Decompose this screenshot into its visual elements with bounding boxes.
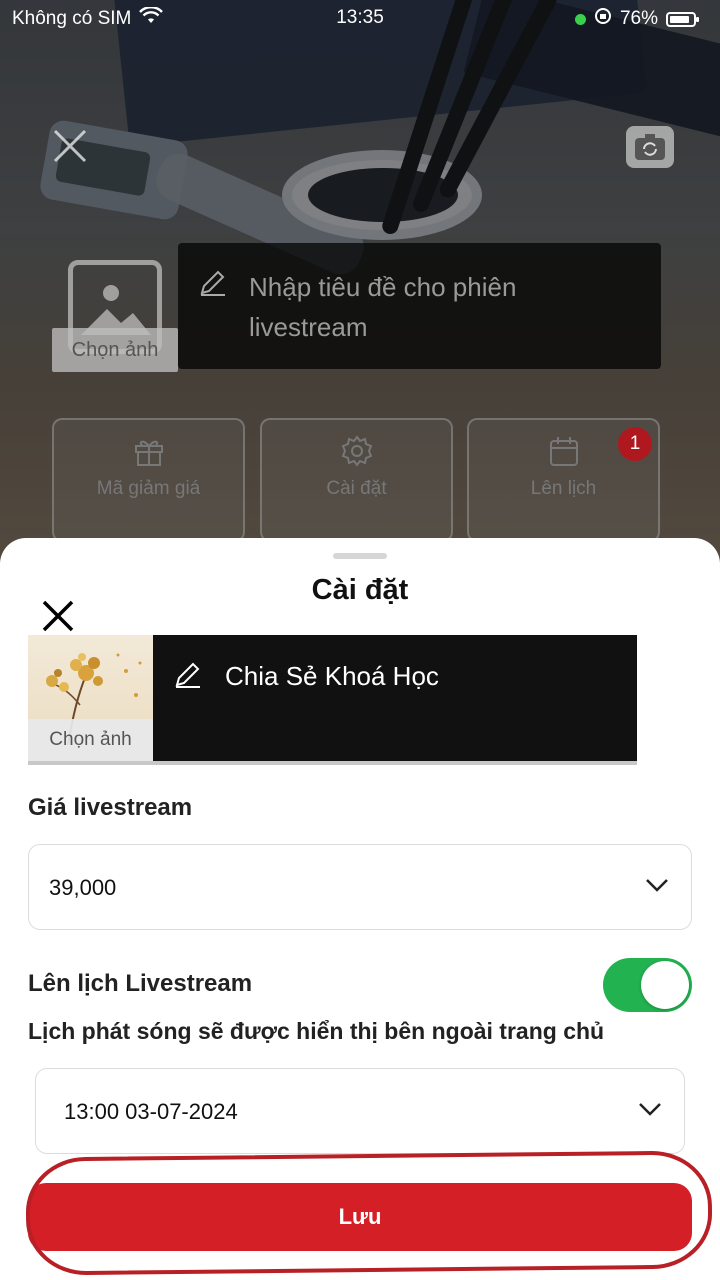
price-select[interactable]: 39,000	[28, 844, 692, 930]
chevron-down-icon	[645, 877, 669, 898]
active-indicator-icon	[574, 13, 586, 25]
settings-sheet: Cài đặt Chọn ảnh Chia Sẻ Khoá Học Giá li…	[0, 538, 720, 1280]
pencil-icon	[198, 267, 228, 302]
schedule-label: Lên lịch	[530, 478, 597, 499]
cover-image-picker[interactable]: Chọn ảnh	[52, 258, 178, 372]
stream-title-value: Chia Sẻ Khoá Học	[225, 661, 439, 691]
schedule-count-badge: 1	[618, 427, 652, 461]
settings-label: Cài đặt	[326, 478, 387, 499]
schedule-datetime-select[interactable]: 13:00 03-07-2024	[35, 1068, 685, 1154]
sheet-grabber[interactable]	[333, 553, 387, 559]
schedule-datetime-value: 13:00 03-07-2024	[64, 1099, 238, 1124]
price-value: 39,000	[49, 875, 117, 900]
cover-image-picker[interactable]: Chọn ảnh	[28, 635, 153, 765]
price-label: Giá livestream	[28, 794, 193, 821]
schedule-toggle[interactable]	[603, 958, 692, 1012]
gift-icon	[54, 434, 243, 468]
battery-icon	[666, 11, 699, 27]
settings-button[interactable]: Cài đặt	[260, 418, 453, 542]
save-button[interactable]: Lưu	[28, 1183, 692, 1251]
close-icon[interactable]	[50, 126, 90, 166]
sheet-title: Cài đặt	[311, 574, 409, 606]
discount-code-button[interactable]: Mã giảm giá	[52, 418, 245, 542]
battery-percent: 76%	[619, 8, 658, 29]
rotation-lock-icon	[594, 7, 612, 31]
status-bar: Không có SIM 13:35 76%	[0, 0, 720, 38]
close-icon[interactable]	[38, 596, 78, 636]
title-placeholder: Nhập tiêu đề cho phiên livestream	[249, 272, 517, 342]
choose-image-label: Chọn ảnh	[52, 328, 178, 372]
title-input[interactable]: Nhập tiêu đề cho phiên livestream	[178, 243, 661, 369]
pencil-icon	[173, 659, 203, 694]
toggle-knob	[641, 961, 689, 1009]
choose-image-label: Chọn ảnh	[28, 719, 153, 761]
chevron-down-icon	[638, 1101, 662, 1122]
schedule-note: Lịch phát sóng sẽ được hiển thị bên ngoà…	[28, 1018, 605, 1044]
discount-code-label: Mã giảm giá	[96, 478, 201, 499]
schedule-livestream-label: Lên lịch Livestream	[28, 970, 253, 997]
gear-icon	[262, 434, 451, 468]
title-input[interactable]: Chia Sẻ Khoá Học	[153, 635, 637, 765]
flip-camera-icon[interactable]	[626, 126, 674, 168]
